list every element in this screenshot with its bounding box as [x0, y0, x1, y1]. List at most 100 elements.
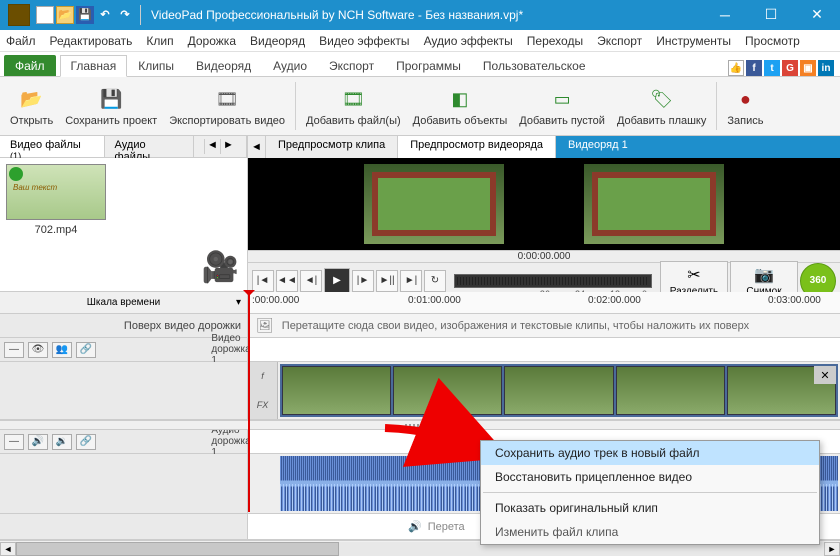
video-fx-handle[interactable]: fFX — [248, 362, 278, 419]
track-collapse-icon[interactable]: — — [4, 342, 24, 358]
menu-tools[interactable]: Инструменты — [656, 34, 731, 48]
like-icon[interactable]: 👍 — [728, 60, 744, 76]
play-button[interactable]: ▶ — [324, 268, 350, 294]
step-back-button[interactable]: ◄| — [300, 270, 322, 292]
qa-undo-icon[interactable]: ↶ — [96, 6, 114, 24]
track-link-icon[interactable]: 🔗 — [76, 342, 96, 358]
bin-tab-arrows: ◄ ► — [194, 136, 247, 157]
menu-clip[interactable]: Клип — [146, 34, 173, 48]
ribbon-addtitle-button[interactable]: 🏷 Добавить плашку — [611, 83, 712, 129]
ribbon-tab-audio[interactable]: Аудио — [262, 55, 318, 76]
next-frame-button[interactable]: ►|| — [376, 270, 398, 292]
step-fwd-button[interactable]: |► — [352, 270, 374, 292]
ribbon-addobj-button[interactable]: ◧ Добавить объекты — [407, 83, 514, 129]
ctx-change-clip-file[interactable]: Изменить файл клипа — [481, 520, 819, 544]
ribbon-tab-file[interactable]: Файл — [4, 55, 56, 76]
ribbon-tab-clips[interactable]: Клипы — [127, 55, 185, 76]
preview-tab-clip[interactable]: Предпросмотр клипа — [266, 136, 398, 158]
track-link-icon[interactable]: 🔗 — [76, 434, 96, 450]
overlay-track-body[interactable]: 🖼 Перетащите сюда свои видео, изображени… — [248, 314, 840, 337]
video-track-body[interactable]: fFX ✕ — [248, 362, 840, 419]
video-track-head[interactable] — [0, 362, 248, 419]
ribbon-tab-home[interactable]: Главная — [60, 55, 128, 77]
ribbon-addfiles-label: Добавить файл(ы) — [306, 115, 401, 127]
close-button[interactable]: ✕ — [794, 0, 840, 30]
minimize-button[interactable]: ─ — [702, 0, 748, 30]
menu-file[interactable]: Файл — [6, 34, 36, 48]
ribbon-export-button[interactable]: 🎞 Экспортировать видео — [163, 83, 291, 129]
qa-new-icon[interactable]: ▭ — [36, 6, 54, 24]
bin-tab-prev-icon[interactable]: ◄ — [204, 139, 220, 154]
add-blank-icon: ▭ — [548, 85, 576, 113]
ribbon-open-button[interactable]: 📂 Открыть — [4, 83, 59, 129]
menu-audiofx[interactable]: Аудио эффекты — [424, 34, 513, 48]
video-frame-thumb — [616, 366, 725, 415]
crossfade-icon[interactable]: ✕ — [814, 366, 836, 384]
scroll-thumb[interactable] — [16, 542, 339, 556]
facebook-icon[interactable]: f — [746, 60, 762, 76]
ribbon-save-button[interactable]: 💾 Сохранить проект — [59, 83, 163, 129]
ribbon-record-label: Запись — [727, 115, 763, 127]
track-mute-icon[interactable]: 🔊 — [28, 434, 48, 450]
bin-tab-audio[interactable]: Аудио файлы — [105, 136, 194, 157]
linkedin-icon[interactable]: in — [818, 60, 834, 76]
twitter-icon[interactable]: t — [764, 60, 780, 76]
goto-end-button[interactable]: ►| — [400, 270, 422, 292]
timeline-scale-label[interactable]: Шкала времени — [0, 292, 248, 313]
social-buttons: 👍 f t G ▣ in — [728, 60, 840, 76]
qa-open-icon[interactable]: 📂 — [56, 6, 74, 24]
video-clip[interactable]: ✕ — [280, 364, 838, 417]
video-track-row: fFX ✕ — [0, 362, 840, 420]
ribbon-tab-sequence[interactable]: Видеоряд — [185, 55, 262, 76]
playhead[interactable] — [248, 292, 250, 512]
bin-tab-video[interactable]: Видео файлы (1) — [0, 136, 105, 157]
prev-frame-button[interactable]: ◄◄ — [276, 270, 298, 292]
track-collapse-icon[interactable]: — — [4, 434, 24, 450]
menu-track[interactable]: Дорожка — [188, 34, 236, 48]
qa-redo-icon[interactable]: ↷ — [116, 6, 134, 24]
preview-tab-prev-icon[interactable]: ◄ — [248, 136, 266, 158]
scroll-left-button[interactable]: ◄ — [0, 542, 16, 556]
track-solo-icon[interactable]: 🔉 — [52, 434, 72, 450]
bin-tab-video-label: Видео файлы — [10, 139, 81, 151]
ribbon-tab-export[interactable]: Экспорт — [318, 55, 385, 76]
clip-thumbnail[interactable]: Ваш текст 702.mp4 — [6, 164, 106, 236]
video-track-controls-row: — 👁 👥 🔗 Видео дорожка 1 — [0, 338, 840, 362]
video-track-controls-body — [248, 338, 840, 361]
menu-view[interactable]: Просмотр — [745, 34, 800, 48]
preview-tab-sequence[interactable]: Предпросмотр видеоряда — [398, 136, 556, 158]
ribbon-addblank-button[interactable]: ▭ Добавить пустой — [513, 83, 611, 129]
ribbon-tab-suite[interactable]: Программы — [385, 55, 472, 76]
ribbon-record-button[interactable]: ● Запись — [721, 83, 769, 129]
camera-icon: 📷 — [754, 265, 774, 285]
scroll-right-button[interactable]: ► — [824, 542, 840, 556]
timeline-splitter[interactable] — [0, 420, 840, 430]
goto-start-button[interactable]: |◄ — [252, 270, 274, 292]
ribbon-tab-custom[interactable]: Пользовательское — [472, 55, 597, 76]
preview-tabs: ◄ Предпросмотр клипа Предпросмотр видеор… — [248, 136, 840, 158]
ribbon-addfiles-button[interactable]: 🎞 Добавить файл(ы) — [300, 83, 407, 129]
menu-transitions[interactable]: Переходы — [527, 34, 583, 48]
track-lock-icon[interactable]: 👥 — [52, 342, 72, 358]
loop-button[interactable]: ↻ — [424, 270, 446, 292]
ctx-restore-linked-video[interactable]: Восстановить прицепленное видео — [481, 465, 819, 489]
audio-track-head[interactable] — [0, 454, 248, 513]
qa-save-icon[interactable]: 💾 — [76, 6, 94, 24]
bin-body[interactable]: Ваш текст 702.mp4 🎥 — [0, 158, 247, 291]
menu-edit[interactable]: Редактировать — [50, 34, 133, 48]
ribbon-separator — [295, 82, 296, 130]
share-icon[interactable]: ▣ — [800, 60, 816, 76]
maximize-button[interactable]: ☐ — [748, 0, 794, 30]
track-visibility-icon[interactable]: 👁 — [28, 342, 48, 358]
bin-tab-next-icon[interactable]: ► — [220, 139, 236, 154]
menu-videofx[interactable]: Видео эффекты — [319, 34, 409, 48]
preview-tab-seq1[interactable]: Видеоряд 1 — [556, 136, 640, 158]
preview-viewport[interactable] — [248, 158, 840, 250]
menu-sequence[interactable]: Видеоряд — [250, 34, 305, 48]
timeline-ticks[interactable]: :00:00.000 0:01:00.000 0:02:00.000 0:03:… — [248, 292, 840, 313]
googleplus-icon[interactable]: G — [782, 60, 798, 76]
menu-export[interactable]: Экспорт — [597, 34, 642, 48]
export-icon: 🎞 — [213, 85, 241, 113]
ctx-save-audio-track[interactable]: Сохранить аудио трек в новый файл — [481, 441, 819, 465]
ctx-show-original-clip[interactable]: Показать оригинальный клип — [481, 496, 819, 520]
